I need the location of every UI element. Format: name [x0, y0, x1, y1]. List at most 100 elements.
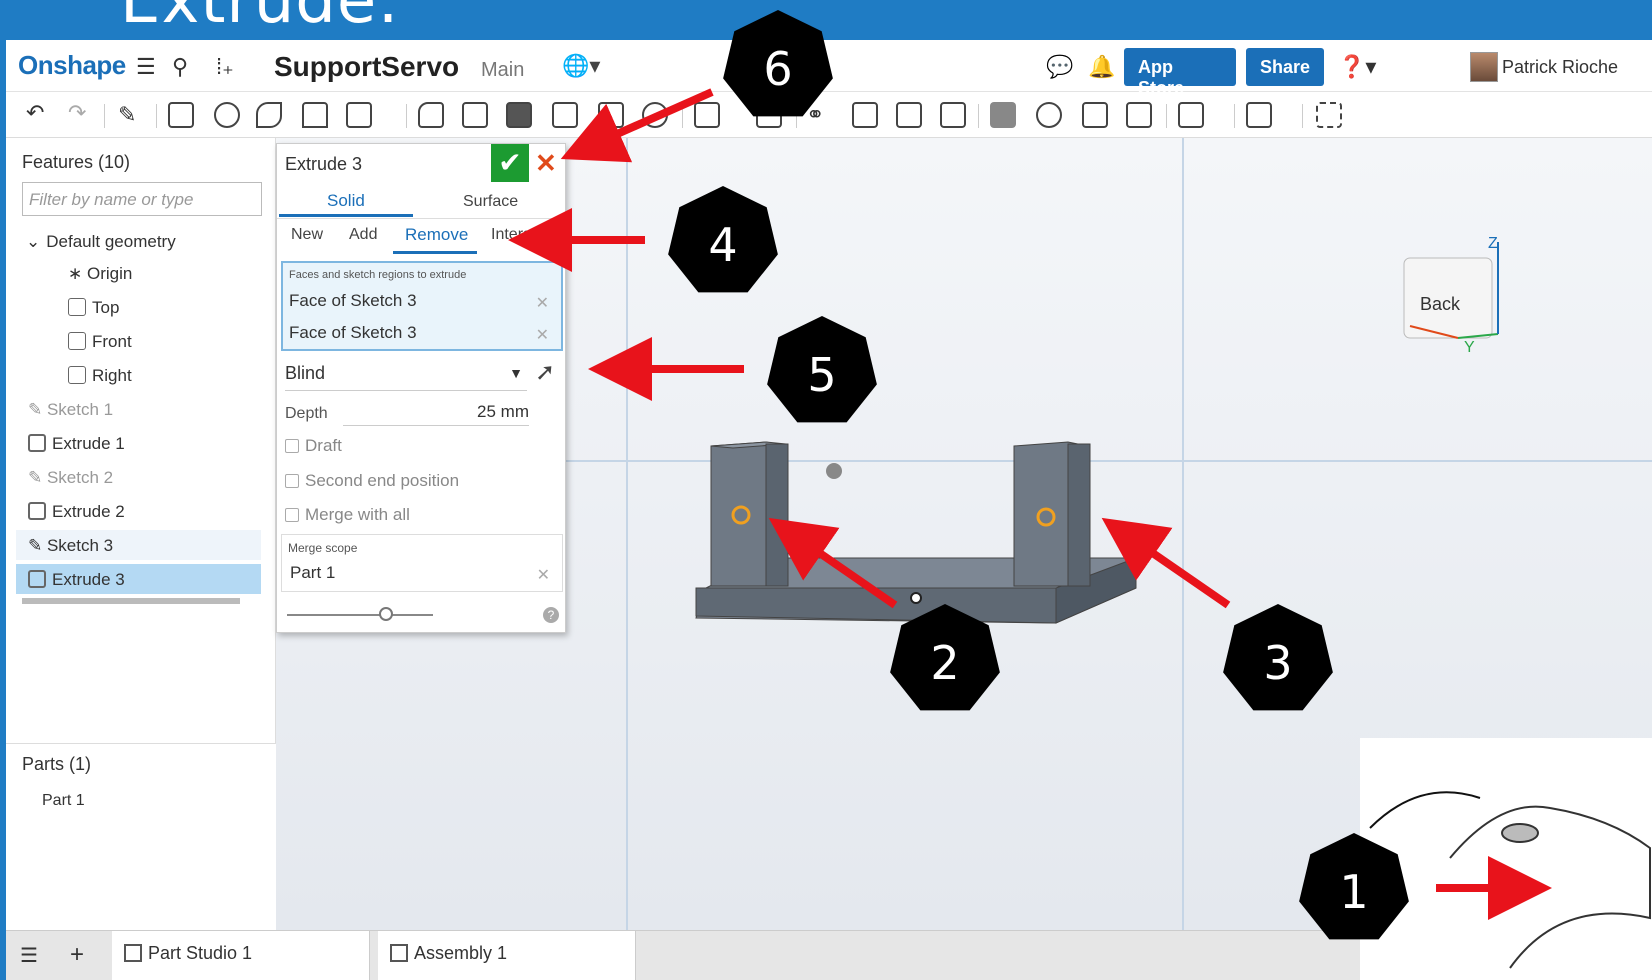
remove-face-icon[interactable]: ✕ [536, 293, 549, 313]
menu-icon[interactable]: ☰ [136, 54, 156, 80]
undo-icon[interactable]: ↶ [26, 100, 44, 126]
assembly-icon [390, 944, 408, 962]
move-face-icon[interactable] [1036, 102, 1062, 128]
rollback-bar[interactable] [22, 598, 240, 604]
faces-label: Faces and sketch regions to extrude [289, 269, 467, 281]
faces-selection-box[interactable]: Faces and sketch regions to extrude Face… [281, 261, 563, 351]
help-icon[interactable]: ? [543, 607, 559, 623]
merge-scope-box[interactable]: Merge scope Part 1 ✕ [281, 534, 563, 592]
cancel-close-icon[interactable]: ✕ [535, 148, 557, 179]
add-custom-feature-icon[interactable] [1316, 102, 1342, 128]
share-button[interactable]: Share [1246, 48, 1324, 86]
face-item[interactable]: Face of Sketch 3 [289, 291, 417, 311]
remove-scope-icon[interactable]: ✕ [537, 565, 550, 585]
feature-item-default-geometry[interactable]: ⌄ Default geometry [16, 226, 261, 256]
face-item[interactable]: Face of Sketch 3 [289, 323, 417, 343]
slide-title: Extrude: [120, 0, 400, 38]
shell-icon[interactable] [598, 102, 624, 128]
document-name[interactable]: SupportServo [274, 51, 459, 83]
draft-checkbox[interactable]: Draft [285, 436, 342, 456]
plane-icon [68, 298, 86, 316]
merge-scope-label: Merge scope [288, 541, 358, 555]
merge-scope-value[interactable]: Part 1 [290, 563, 335, 583]
comment-icon[interactable]: 💬 [1046, 54, 1073, 80]
sweep-icon[interactable] [256, 102, 282, 128]
feature-item-origin[interactable]: ∗ Origin [16, 258, 261, 288]
sheet-metal-icon[interactable] [1178, 102, 1204, 128]
second-end-checkbox[interactable]: Second end position [285, 471, 459, 491]
svg-text:Z: Z [1488, 235, 1498, 252]
op-remove[interactable]: Remove [405, 225, 468, 245]
replace-face-icon[interactable] [1082, 102, 1108, 128]
chamfer-icon[interactable] [462, 102, 488, 128]
avatar[interactable] [1470, 52, 1498, 82]
view-cube-face: Back [1420, 294, 1461, 314]
parts-title: Parts (1) [22, 754, 92, 774]
redo-icon[interactable]: ↷ [68, 100, 86, 126]
confirm-check-icon[interactable]: ✔ [491, 144, 529, 182]
parts-panel: Parts (1) Part 1 [6, 743, 276, 930]
sketch-icon: ✎ [28, 536, 47, 555]
feature-item-front[interactable]: Front [16, 326, 261, 356]
sketch-icon[interactable]: ✎ [118, 102, 144, 128]
feature-item-sketch-2[interactable]: ✎ Sketch 2 [16, 462, 261, 492]
slider-handle[interactable] [379, 607, 393, 621]
help-icon[interactable]: ❓▾ [1338, 54, 1376, 80]
branch-name[interactable]: Main [481, 59, 524, 82]
transform-icon[interactable] [896, 102, 922, 128]
filter-input[interactable]: Filter by name or type [22, 182, 262, 216]
feature-item-sketch-1[interactable]: ✎ Sketch 1 [16, 394, 261, 424]
add-tab-icon[interactable]: + [70, 941, 84, 969]
part-item[interactable]: Part 1 [42, 792, 85, 810]
merge-all-checkbox[interactable]: Merge with all [285, 505, 410, 525]
remove-face-icon[interactable]: ✕ [536, 325, 549, 345]
frame-icon[interactable] [1246, 102, 1272, 128]
feature-item-extrude-3[interactable]: Extrude 3 [16, 564, 261, 594]
insert-icon[interactable]: ⁞₊ [216, 54, 234, 80]
onshape-logo[interactable]: Onshape [18, 50, 126, 81]
flip-direction-icon[interactable]: ➚ [535, 358, 555, 387]
op-new[interactable]: New [291, 226, 323, 244]
modify-fillet-icon[interactable] [990, 102, 1016, 128]
thicken-icon[interactable] [346, 102, 372, 128]
depth-label: Depth [285, 405, 328, 422]
bell-icon[interactable]: 🔔 [1088, 54, 1115, 80]
feature-item-extrude-1[interactable]: Extrude 1 [16, 428, 261, 458]
rib-icon[interactable] [552, 102, 578, 128]
delete-part-icon[interactable] [940, 102, 966, 128]
tab-part-studio-1[interactable]: Part Studio 1 [112, 931, 370, 980]
globe-icon[interactable]: 🌐▾ [562, 53, 600, 79]
part-studio-icon [124, 944, 142, 962]
draft-icon[interactable] [506, 102, 532, 128]
plane-icon [68, 332, 86, 350]
chevron-down-icon: ⌄ [26, 232, 41, 251]
feature-item-top[interactable]: Top [16, 292, 261, 322]
pattern-icon[interactable] [694, 102, 720, 128]
user-name[interactable]: Patrick Rioche [1502, 57, 1618, 78]
loft-icon[interactable] [302, 102, 328, 128]
detail-slider[interactable] [287, 614, 433, 616]
dialog-title: Extrude 3 [285, 154, 363, 174]
extrude-icon[interactable] [168, 102, 194, 128]
feature-list-icon[interactable]: ⚲ [172, 54, 188, 80]
tab-surface[interactable]: Surface [463, 193, 518, 211]
app-store-button[interactable]: App Store [1124, 48, 1236, 98]
tab-list-icon[interactable]: ☰ [20, 943, 38, 968]
op-intersect[interactable]: Intersect [491, 226, 561, 244]
depth-input[interactable]: 25 mm [343, 402, 529, 426]
op-add[interactable]: Add [349, 226, 377, 244]
tab-assembly-1[interactable]: Assembly 1 [378, 931, 636, 980]
feature-item-right[interactable]: Right [16, 360, 261, 390]
hole-icon[interactable] [642, 102, 668, 128]
offset-surface-icon[interactable] [1126, 102, 1152, 128]
fillet-icon[interactable] [418, 102, 444, 128]
feature-item-sketch-3[interactable]: ✎ Sketch 3 [16, 530, 261, 560]
extrude-icon [28, 434, 46, 452]
features-title: Features (10) [22, 152, 131, 172]
sketch-icon: ✎ [28, 468, 47, 487]
tab-solid[interactable]: Solid [327, 191, 365, 211]
end-type-select[interactable]: Blind ▼ [285, 363, 527, 391]
revolve-icon[interactable] [214, 102, 240, 128]
feature-item-extrude-2[interactable]: Extrude 2 [16, 496, 261, 526]
split-icon[interactable] [852, 102, 878, 128]
